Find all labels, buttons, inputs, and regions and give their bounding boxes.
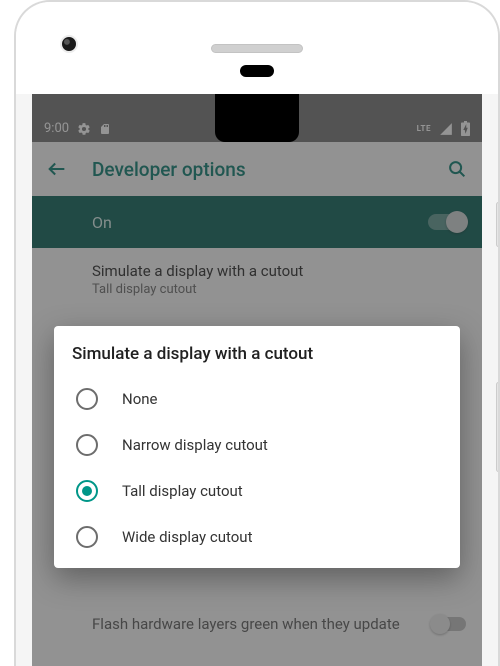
device-side-button	[496, 382, 500, 472]
radio-icon	[76, 526, 98, 548]
radio-icon	[76, 434, 98, 456]
radio-label: Tall display cutout	[122, 482, 243, 500]
radio-label: None	[122, 390, 158, 408]
front-camera-icon	[60, 35, 78, 53]
device-side-button	[496, 202, 500, 247]
radio-icon	[76, 480, 98, 502]
radio-icon	[76, 388, 98, 410]
display-cutout-overlay	[215, 94, 299, 142]
dialog-simulate-cutout: Simulate a display with a cutout None Na…	[54, 326, 460, 568]
radio-option-wide[interactable]: Wide display cutout	[72, 514, 442, 560]
dialog-title: Simulate a display with a cutout	[72, 344, 442, 364]
radio-label: Wide display cutout	[122, 528, 253, 546]
radio-option-tall[interactable]: Tall display cutout	[72, 468, 442, 514]
screen: 9:00 LTE Develo	[32, 94, 482, 666]
radio-label: Narrow display cutout	[122, 436, 268, 454]
radio-option-none[interactable]: None	[72, 376, 442, 422]
earpiece-speaker-icon	[211, 44, 303, 53]
sensor-pill-icon	[240, 65, 274, 77]
device-bezel	[16, 2, 498, 94]
radio-option-narrow[interactable]: Narrow display cutout	[72, 422, 442, 468]
device-frame: 9:00 LTE Develo	[14, 0, 500, 666]
